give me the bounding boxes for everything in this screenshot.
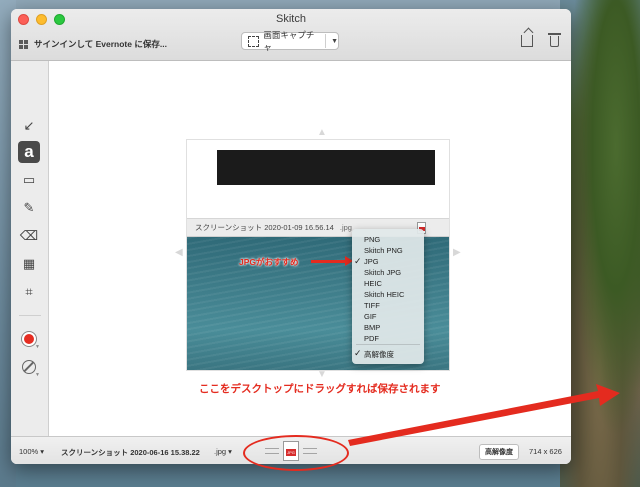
image-dimensions: 714 x 626 [529, 447, 562, 456]
grid-icon [19, 39, 28, 49]
crop-tool[interactable]: ⌗ [18, 281, 40, 303]
pen-icon: ✎ [23, 200, 35, 215]
menu-item-jpg[interactable]: ✓ JPG [354, 256, 379, 266]
jpg-annotation: JPGがおすすめ [239, 257, 299, 267]
embedded-ext: .jpg [339, 223, 352, 232]
desktop-background-coast [560, 0, 640, 487]
arrow-tool[interactable]: ↙ [18, 115, 40, 137]
pixelate-tool[interactable]: ▦ [18, 253, 40, 275]
embedded-screenshot[interactable]: スクリーンショット 2020-01-09 16.56.14 .jpg JPGがお… [187, 140, 449, 370]
chevron-down-icon: ▼ [35, 344, 40, 350]
drag-highlight-ellipse [243, 435, 349, 471]
color-picker[interactable]: ▼ [18, 328, 40, 350]
capture-label: 画面キャプチャ [263, 30, 315, 52]
embedded-filename: スクリーンショット 2020-01-09 16.56.14 [195, 223, 334, 232]
window-title: Skitch [276, 13, 306, 25]
menu-item-png[interactable]: PNG [364, 235, 380, 244]
signin-label: サインインして Evernote に保存... [34, 39, 167, 49]
menu-item-skitch-png[interactable]: Skitch PNG [364, 246, 403, 255]
title-bar: Skitch サインインして Evernote に保存... 画面キャプチャ ▼ [11, 9, 571, 61]
nudge-right-icon[interactable]: ▶ [453, 247, 461, 258]
text-tool[interactable]: a [18, 141, 40, 163]
share-icon[interactable] [521, 35, 533, 47]
menu-item-skitch-jpg[interactable]: Skitch JPG [364, 268, 401, 277]
nudge-down-icon[interactable]: ▼ [317, 369, 327, 380]
signin-evernote-button[interactable]: サインインして Evernote に保存... [19, 35, 167, 53]
menu-item-heic[interactable]: HEIC [364, 279, 382, 288]
divider [325, 34, 327, 48]
stroke-width-picker[interactable]: ▼ [18, 356, 40, 378]
pixelate-icon: ▦ [22, 256, 36, 271]
menu-divider [356, 344, 420, 345]
format-menu: PNG Skitch PNG ✓ JPG Skitch JPG HEIC Ski… [352, 229, 424, 364]
menu-item-label: JPG [364, 257, 379, 266]
rectangle-icon: ▭ [22, 172, 36, 187]
menu-item-skitch-heic[interactable]: Skitch HEIC [364, 290, 404, 299]
crop-icon: ⌗ [25, 284, 33, 299]
text-a-icon: a [24, 142, 34, 161]
menu-item-bmp[interactable]: BMP [364, 323, 380, 332]
menu-item-pdf[interactable]: PDF [364, 334, 379, 343]
tool-divider [19, 315, 41, 316]
red-arrow-annotation [311, 256, 353, 266]
red-color-swatch-icon [22, 332, 36, 346]
crosshair-capture-icon [248, 35, 260, 47]
eraser-icon: ⌫ [19, 228, 39, 243]
menu-item-label: 高解像度 [364, 350, 394, 359]
screen-capture-button[interactable]: 画面キャプチャ ▼ [241, 30, 339, 52]
rectangle-tool[interactable]: ▭ [18, 169, 40, 191]
checkmark-icon: ✓ [354, 256, 362, 266]
menu-item-hires[interactable]: ✓ 高解像度 [354, 348, 394, 360]
canvas[interactable]: ▲ ▼ ◀ ▶ スクリーンショット 2020-01-09 16.56.14 .j… [49, 61, 571, 436]
hires-button[interactable]: 高解像度 [479, 444, 519, 460]
tool-sidebar: ↙ a ▭ ✎ ⌫ ▦ ⌗ ▼ ▼ [11, 61, 49, 436]
redacted-bar [217, 150, 435, 185]
checkmark-icon: ✓ [354, 348, 362, 358]
eraser-tool[interactable]: ⌫ [18, 225, 40, 247]
status-filename[interactable]: スクリーンショット 2020-06-16 15.38.22 [61, 447, 200, 458]
menu-item-tiff[interactable]: TIFF [364, 301, 380, 310]
drag-instruction-annotation: ここをデスクトップにドラッグすれば保存されます [199, 383, 441, 395]
menu-item-gif[interactable]: GIF [364, 312, 377, 321]
stroke-width-icon [22, 360, 36, 374]
nudge-up-icon[interactable]: ▲ [317, 127, 327, 138]
marker-tool[interactable]: ✎ [18, 197, 40, 219]
arrow-icon: ↙ [23, 118, 35, 133]
status-ext[interactable]: .jpg ▾ [214, 447, 232, 456]
chevron-down-icon: ▼ [35, 372, 40, 378]
trash-icon[interactable] [548, 33, 561, 47]
nudge-left-icon[interactable]: ◀ [175, 247, 183, 258]
chevron-down-icon[interactable]: ▼ [331, 38, 338, 45]
zoom-level[interactable]: 100% ▾ [19, 447, 44, 456]
